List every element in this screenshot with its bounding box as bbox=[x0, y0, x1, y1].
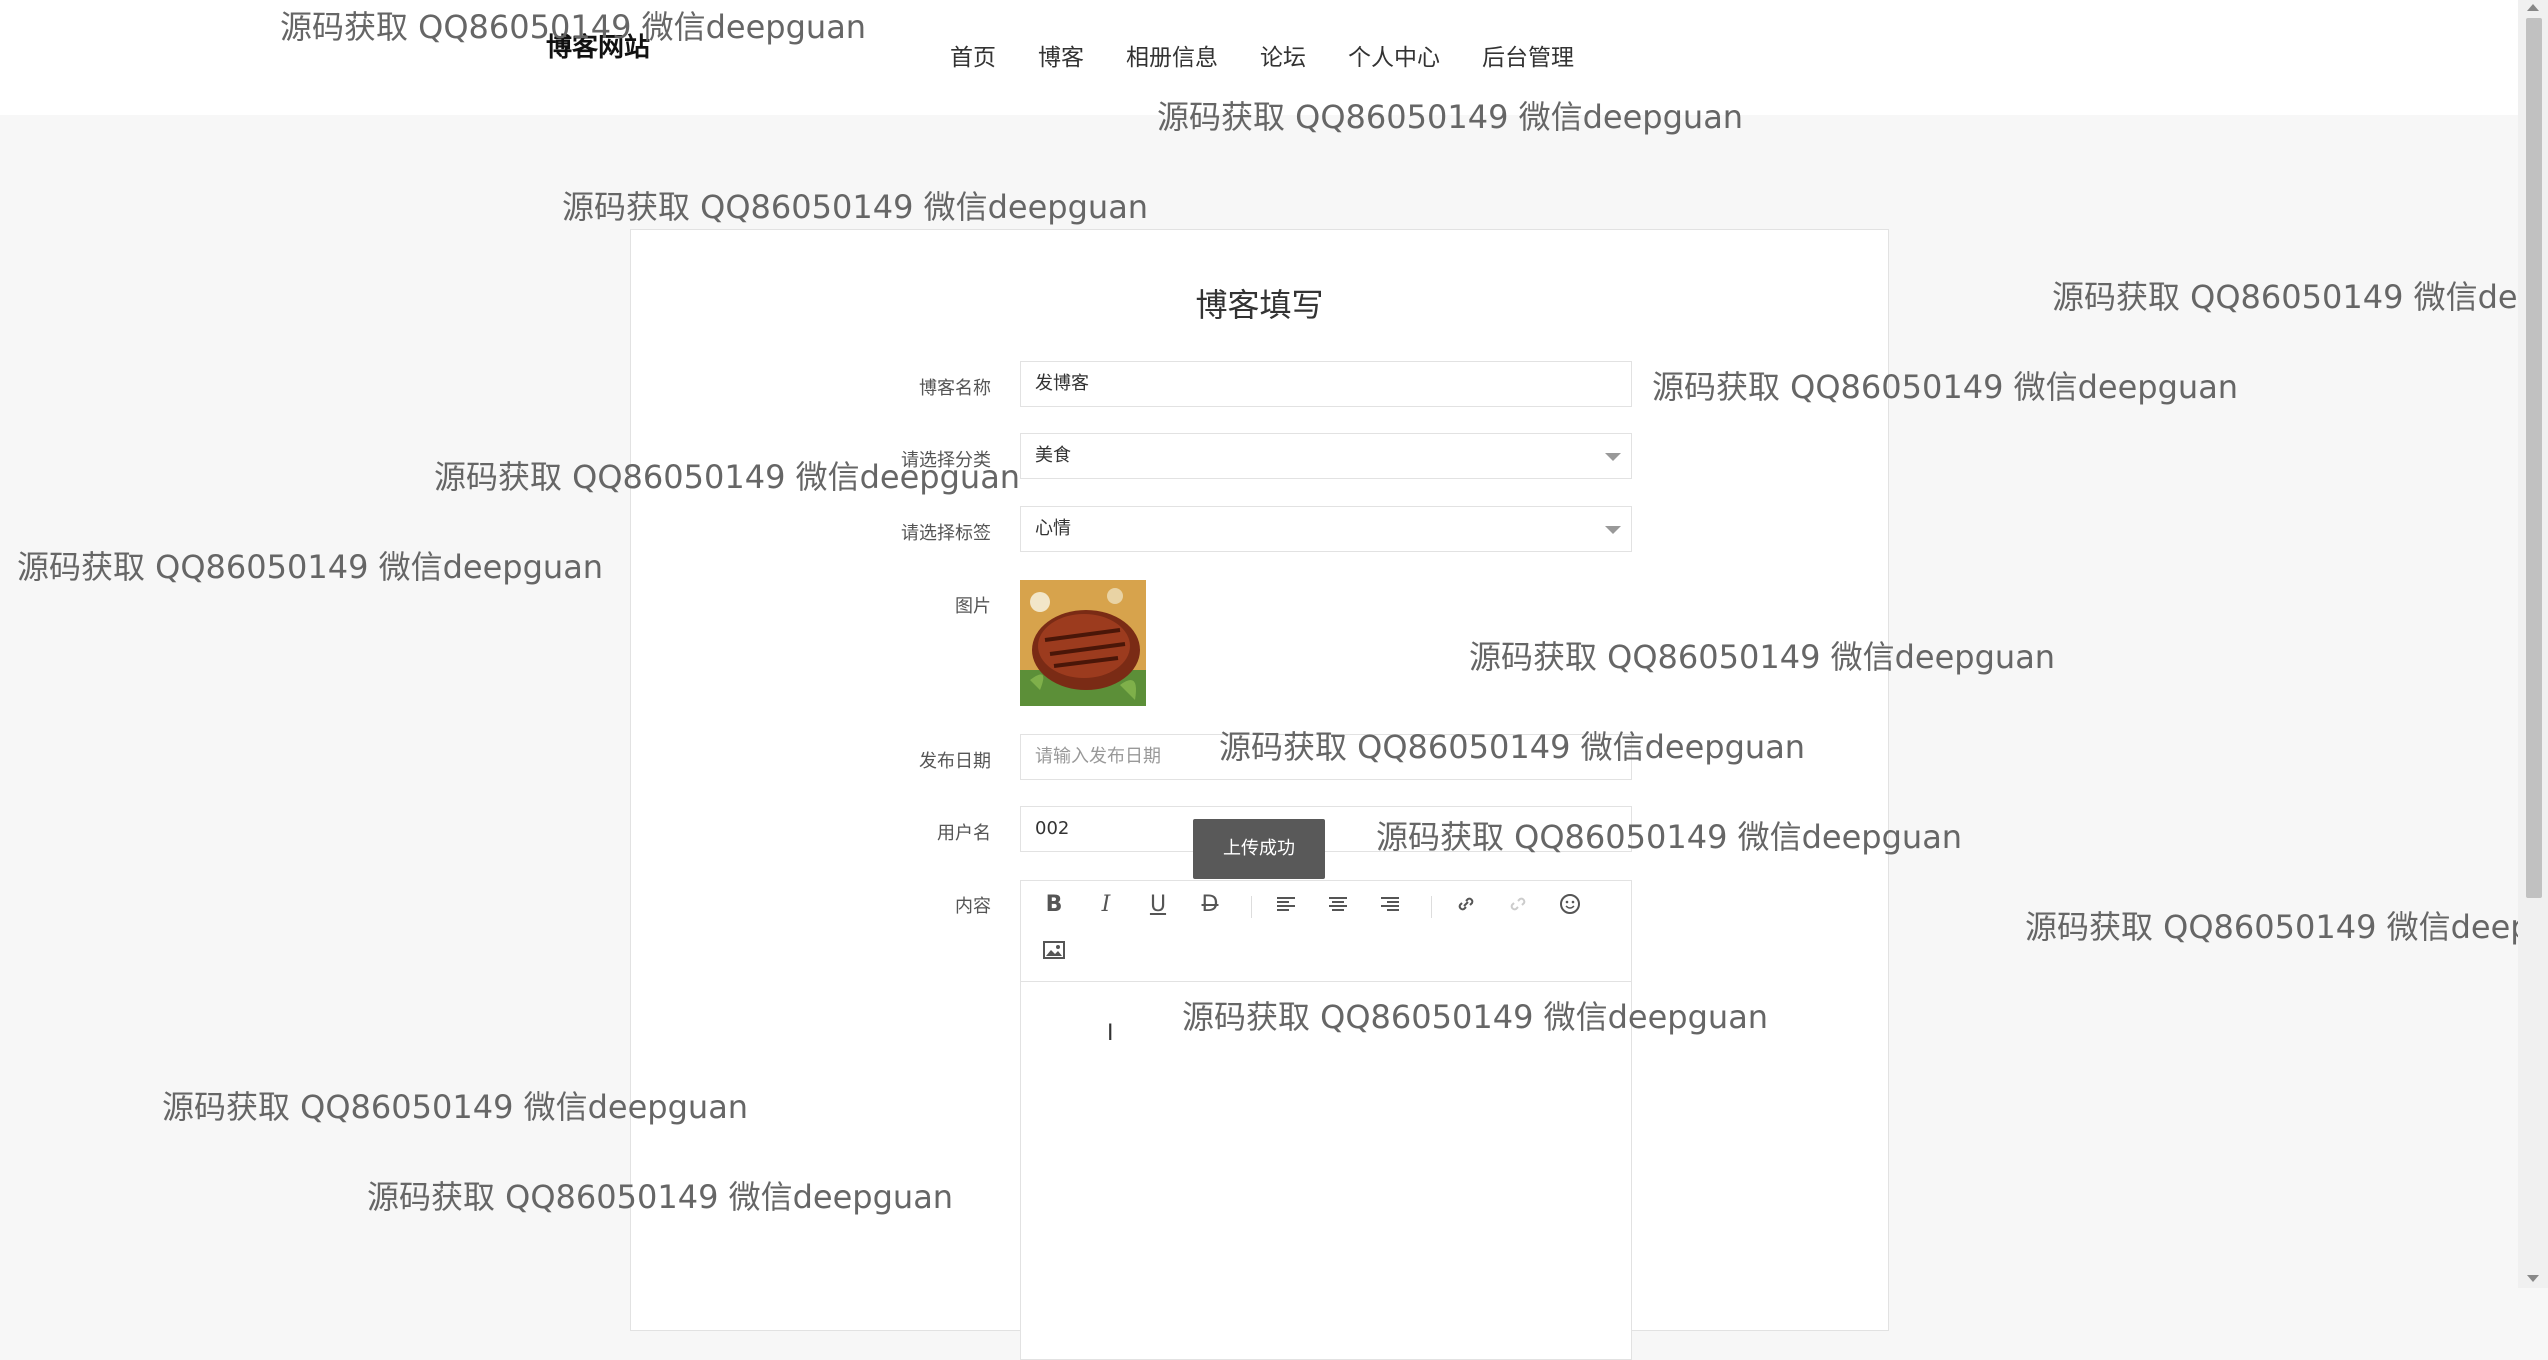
scrollbar-thumb[interactable] bbox=[2526, 18, 2542, 898]
nav-personal-center[interactable]: 个人中心 bbox=[1348, 38, 1440, 72]
form-title: 博客填写 bbox=[1195, 286, 1324, 324]
watermark: 源码获取 QQ86050149 微信deepguan bbox=[2052, 278, 2548, 316]
site-title[interactable]: 博客网站 bbox=[546, 27, 650, 64]
blog-form-card: 博客填写 博客名称 发博客 请选择分类 美食 请选择标签 心情 图片 发布日期 … bbox=[630, 229, 1889, 1360]
scroll-down-icon[interactable] bbox=[2527, 1275, 2539, 1282]
steak-image-icon bbox=[1020, 580, 1146, 706]
content-label: 内容 bbox=[955, 896, 991, 917]
chevron-down-icon bbox=[1605, 526, 1621, 534]
strikethrough-icon[interactable]: D bbox=[1195, 889, 1225, 919]
watermark: 源码获取 QQ86050149 微信deepguan bbox=[2025, 908, 2548, 946]
underline-icon[interactable]: U bbox=[1143, 889, 1173, 919]
page-scrollbar[interactable] bbox=[2518, 0, 2548, 1288]
username-label: 用户名 bbox=[937, 823, 991, 844]
image-label: 图片 bbox=[955, 596, 991, 617]
emoji-icon[interactable] bbox=[1555, 889, 1585, 919]
top-navigation-bar: 博客网站 首页 博客 相册信息 论坛 个人中心 后台管理 bbox=[0, 0, 2518, 115]
chevron-down-icon bbox=[1605, 453, 1621, 461]
image-icon[interactable] bbox=[1039, 935, 1069, 965]
rich-text-editor[interactable]: B I U D I bbox=[1020, 880, 1632, 1360]
align-left-icon[interactable] bbox=[1271, 889, 1301, 919]
username-input[interactable]: 002 bbox=[1020, 806, 1632, 852]
nav-admin[interactable]: 后台管理 bbox=[1482, 38, 1574, 72]
publish-date-label: 发布日期 bbox=[919, 751, 991, 772]
tag-label: 请选择标签 bbox=[901, 523, 991, 544]
editor-toolbar: B I U D bbox=[1021, 881, 1631, 982]
link-icon[interactable] bbox=[1451, 889, 1481, 919]
italic-icon[interactable]: I bbox=[1091, 889, 1121, 919]
tag-select[interactable]: 心情 bbox=[1020, 506, 1632, 552]
nav-home[interactable]: 首页 bbox=[950, 38, 996, 72]
scroll-up-icon[interactable] bbox=[2527, 4, 2539, 11]
nav-forum[interactable]: 论坛 bbox=[1260, 38, 1306, 72]
unlink-icon[interactable] bbox=[1503, 889, 1533, 919]
tag-select-value: 心情 bbox=[1035, 518, 1071, 539]
category-label: 请选择分类 bbox=[901, 450, 991, 471]
watermark: 源码获取 QQ86050149 微信deepguan bbox=[17, 548, 604, 586]
toolbar-divider bbox=[1431, 896, 1432, 918]
main-nav: 首页 博客 相册信息 论坛 个人中心 后台管理 bbox=[950, 38, 1616, 72]
category-select-value: 美食 bbox=[1035, 445, 1071, 466]
text-cursor-icon: I bbox=[1107, 1021, 1114, 1046]
bold-icon[interactable]: B bbox=[1039, 889, 1069, 919]
blog-name-input[interactable]: 发博客 bbox=[1020, 361, 1632, 407]
blog-name-label: 博客名称 bbox=[919, 378, 991, 399]
nav-blog[interactable]: 博客 bbox=[1038, 38, 1084, 72]
toolbar-divider bbox=[1251, 896, 1252, 918]
uploaded-image-thumbnail[interactable] bbox=[1020, 580, 1146, 706]
watermark: 源码获取 QQ86050149 微信deepguan bbox=[562, 188, 1149, 226]
align-right-icon[interactable] bbox=[1375, 889, 1405, 919]
publish-date-input[interactable]: 请输入发布日期 bbox=[1020, 734, 1632, 780]
category-select[interactable]: 美食 bbox=[1020, 433, 1632, 479]
nav-album[interactable]: 相册信息 bbox=[1126, 38, 1218, 72]
align-center-icon[interactable] bbox=[1323, 889, 1353, 919]
upload-success-toast: 上传成功 bbox=[1193, 819, 1325, 879]
